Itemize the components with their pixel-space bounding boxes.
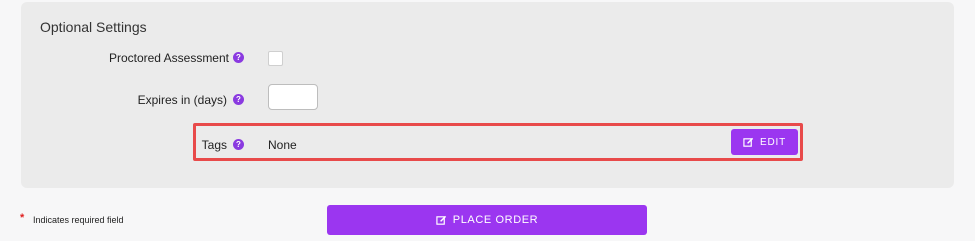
question-circle-icon[interactable]: ? (233, 52, 244, 63)
edit-icon (743, 137, 754, 148)
edit-button-label: EDIT (760, 136, 786, 148)
required-marker: * (20, 212, 25, 224)
expires-label: Expires in (days) (137, 93, 227, 107)
question-circle-icon[interactable]: ? (233, 94, 244, 105)
question-circle-icon[interactable]: ? (233, 139, 244, 150)
proctored-checkbox[interactable] (268, 51, 283, 66)
edit-tags-button[interactable]: EDIT (731, 129, 798, 155)
expires-days-input[interactable] (268, 84, 318, 110)
edit-icon (436, 215, 447, 226)
required-field-note: Indicates required field (33, 215, 124, 225)
tags-label: Tags (201, 138, 227, 152)
section-title: Optional Settings (40, 19, 147, 35)
place-order-label: PLACE ORDER (452, 214, 539, 226)
proctored-label: Proctored Assessment (108, 51, 229, 65)
tags-value: None (268, 138, 297, 152)
place-order-button[interactable]: PLACE ORDER (327, 205, 647, 235)
